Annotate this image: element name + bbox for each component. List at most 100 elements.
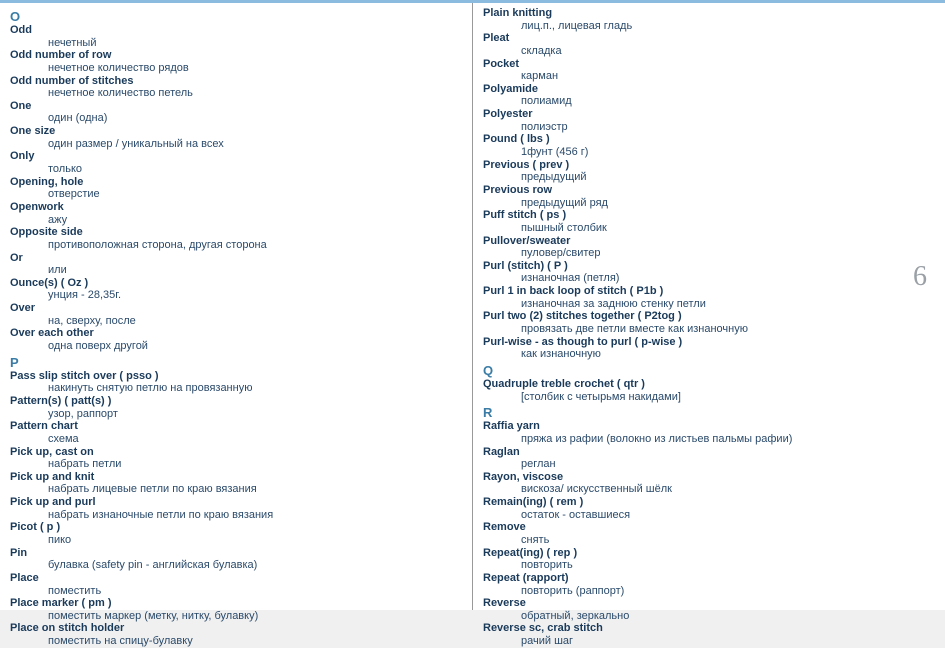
dictionary-entry: Removeснять (483, 521, 935, 546)
dictionary-entry: Openworkажу (10, 201, 462, 226)
dictionary-entry: Purl two (2) stitches together ( P2tog )… (483, 310, 935, 335)
term: Reverse sc, crab stitch (483, 622, 935, 635)
definition: реглан (483, 458, 935, 471)
definition: нечетное количество петель (10, 87, 462, 100)
definition: нечетный (10, 37, 462, 50)
definition: нечетное количество рядов (10, 62, 462, 75)
definition: рачий шаг (483, 635, 935, 648)
term: Pass slip stitch over ( psso ) (10, 370, 462, 383)
term: Opening, hole (10, 176, 462, 189)
term: Purl-wise - as though to purl ( p-wise ) (483, 336, 935, 349)
dictionary-entry: Ounce(s) ( Oz )унция - 28,35г. (10, 277, 462, 302)
dictionary-entry: Pick up and knitнабрать лицевые петли по… (10, 471, 462, 496)
term: Pin (10, 547, 462, 560)
definition: изнаночная за заднюю стенку петли (483, 298, 935, 311)
definition: один размер / уникальный на всех (10, 138, 462, 151)
dictionary-entry: Purl-wise - as though to purl ( p-wise )… (483, 336, 935, 361)
dictionary-entry: Opposite sideпротивоположная сторона, др… (10, 226, 462, 251)
term: Repeat (rapport) (483, 572, 935, 585)
definition: накинуть снятую петлю на провязанную (10, 382, 462, 395)
term: Or (10, 252, 462, 265)
definition: противоположная сторона, другая сторона (10, 239, 462, 252)
definition: повторить (раппорт) (483, 585, 935, 598)
dictionary-entry: Polyamideполиамид (483, 83, 935, 108)
definition: остаток - оставшиеся (483, 509, 935, 522)
term: Polyamide (483, 83, 935, 96)
definition: [столбик с четырьмя накидами] (483, 391, 935, 404)
term: Over (10, 302, 462, 315)
dictionary-entry: Repeat(ing) ( rep )повторить (483, 547, 935, 572)
definition: набрать лицевые петли по краю вязания (10, 483, 462, 496)
definition: поместить на спицу-булавку (10, 635, 462, 648)
definition: поместить маркер (метку, нитку, булавку) (10, 610, 462, 623)
term: One (10, 100, 462, 113)
definition: узор, раппорт (10, 408, 462, 421)
definition: обратный, зеркально (483, 610, 935, 623)
term: One size (10, 125, 462, 138)
definition: изнаночная (петля) (483, 272, 935, 285)
term: Polyester (483, 108, 935, 121)
dictionary-entry: Place on stitch holderпоместить на спицу… (10, 622, 462, 647)
definition: пряжа из рафии (волокно из листьев пальм… (483, 433, 935, 446)
definition: или (10, 264, 462, 277)
dictionary-entry: Odd number of stitchesнечетное количеств… (10, 75, 462, 100)
dictionary-entry: Pattern(s) ( patt(s) )узор, раппорт (10, 395, 462, 420)
dictionary-entry: Opening, holeотверстие (10, 176, 462, 201)
term: Previous ( prev ) (483, 159, 935, 172)
term: Remove (483, 521, 935, 534)
definition: схема (10, 433, 462, 446)
definition: полиамид (483, 95, 935, 108)
term: Place marker ( pm ) (10, 597, 462, 610)
dictionary-entry: Remain(ing) ( rem )остаток - оставшиеся (483, 496, 935, 521)
dictionary-entry: Pick up, cast onнабрать петли (10, 446, 462, 471)
dictionary-entry: Pound ( lbs )1фунт (456 г) (483, 133, 935, 158)
term: Pick up and knit (10, 471, 462, 484)
term: Quadruple treble crochet ( qtr ) (483, 378, 935, 391)
term: Odd number of row (10, 49, 462, 62)
term: Only (10, 150, 462, 163)
dictionary-entry: Reverse sc, crab stitchрачий шаг (483, 622, 935, 647)
term: Raffia yarn (483, 420, 935, 433)
term: Place on stitch holder (10, 622, 462, 635)
term: Rayon, viscose (483, 471, 935, 484)
section-letter: O (10, 9, 462, 24)
term: Opposite side (10, 226, 462, 239)
term: Picot ( p ) (10, 521, 462, 534)
dictionary-entry: Pick up and purlнабрать изнаночные петли… (10, 496, 462, 521)
definition: вискоза/ искусственный шёлк (483, 483, 935, 496)
page-number: 6 (913, 261, 927, 293)
definition: отверстие (10, 188, 462, 201)
term: Purl (stitch) ( P ) (483, 260, 935, 273)
term: Over each other (10, 327, 462, 340)
dictionary-entry: Reverseобратный, зеркально (483, 597, 935, 622)
term: Openwork (10, 201, 462, 214)
term: Puff stitch ( ps ) (483, 209, 935, 222)
dictionary-entry: Raglanреглан (483, 446, 935, 471)
term: Pattern(s) ( patt(s) ) (10, 395, 462, 408)
dictionary-entry: Purl 1 in back loop of stitch ( P1b )изн… (483, 285, 935, 310)
definition: один (одна) (10, 112, 462, 125)
term: Odd number of stitches (10, 75, 462, 88)
definition: как изнаночную (483, 348, 935, 361)
term: Plain knitting (483, 7, 935, 20)
dictionary-entry: Raffia yarnпряжа из рафии (волокно из ли… (483, 420, 935, 445)
definition: только (10, 163, 462, 176)
dictionary-entry: One sizeодин размер / уникальный на всех (10, 125, 462, 150)
definition: ажу (10, 214, 462, 227)
term: Pullover/sweater (483, 235, 935, 248)
dictionary-entry: Quadruple treble crochet ( qtr )[столбик… (483, 378, 935, 403)
right-column: Plain knittingлиц.п., лицевая гладьPleat… (473, 3, 945, 610)
definition: на, сверху, после (10, 315, 462, 328)
dictionary-entry: Over each otherодна поверх другой (10, 327, 462, 352)
dictionary-entry: Pattern chartсхема (10, 420, 462, 445)
term: Previous row (483, 184, 935, 197)
dictionary-entry: Puff stitch ( ps )пышный столбик (483, 209, 935, 234)
definition: карман (483, 70, 935, 83)
section-letter: Q (483, 363, 935, 378)
term: Ounce(s) ( Oz ) (10, 277, 462, 290)
term: Remain(ing) ( rem ) (483, 496, 935, 509)
term: Pound ( lbs ) (483, 133, 935, 146)
definition: провязать две петли вместе как изнаночну… (483, 323, 935, 336)
dictionary-entry: Oneодин (одна) (10, 100, 462, 125)
section-letter: P (10, 355, 462, 370)
